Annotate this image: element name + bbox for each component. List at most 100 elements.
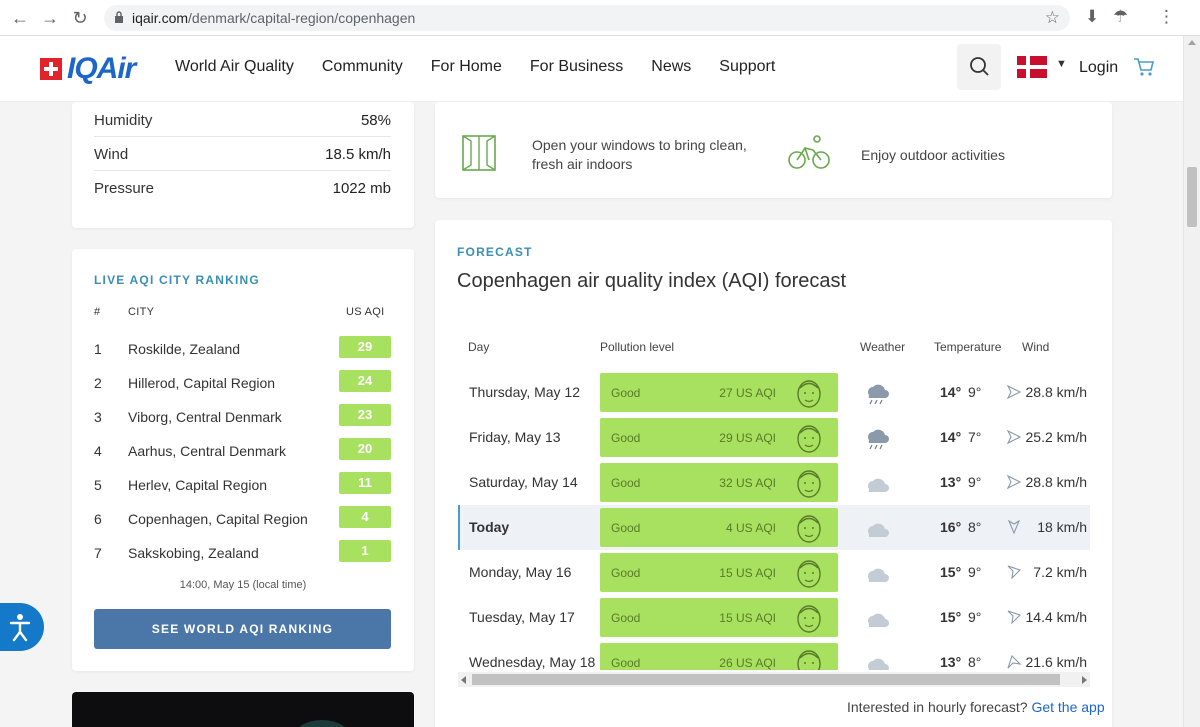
page-scrollbar[interactable] xyxy=(1183,36,1200,727)
forecast-row-today[interactable]: Today Good 4 US AQI 16° 8° 18 km/h xyxy=(458,505,1090,550)
menu-for-business[interactable]: For Business xyxy=(530,58,623,76)
menu-support[interactable]: Support xyxy=(719,58,775,76)
rank-city[interactable]: Viborg, Central Denmark xyxy=(128,409,282,425)
login-link[interactable]: Login xyxy=(1079,59,1118,77)
temp-low: 8° xyxy=(968,519,982,535)
see-world-ranking-button[interactable]: SEE WORLD AQI RANKING xyxy=(94,609,391,649)
temp-high: 15° xyxy=(940,564,962,580)
bookmark-star-icon[interactable]: ☆ xyxy=(1045,8,1060,28)
logo-text: IQAir xyxy=(67,52,136,85)
city-column-header: CITY xyxy=(128,306,155,318)
forecast-horizontal-scrollbar[interactable] xyxy=(458,672,1090,687)
browser-toolbar: ← → ↻ iqair.com/denmark/capital-region/c… xyxy=(0,0,1200,36)
forecast-aqi: 29 US AQI xyxy=(719,431,776,445)
cloud-icon xyxy=(868,568,889,582)
open-windows-line2: fresh air indoors xyxy=(532,156,633,172)
rank-city[interactable]: Aarhus, Central Denmark xyxy=(128,443,286,459)
temp-high: 14° xyxy=(940,384,962,400)
accessibility-button[interactable] xyxy=(0,603,44,651)
denmark-flag-icon[interactable] xyxy=(1017,56,1047,78)
smiley-face-icon xyxy=(797,515,821,543)
scroll-up-icon[interactable] xyxy=(1188,40,1196,45)
temp-high: 14° xyxy=(940,429,962,445)
site-header: IQAir World Air Quality Community For Ho… xyxy=(0,36,1200,102)
globe-promo-card[interactable] xyxy=(72,692,414,727)
ranking-row[interactable]: 6 Copenhagen, Capital Region 4 xyxy=(94,502,391,536)
forecast-day: Saturday, May 14 xyxy=(469,474,578,490)
forecast-day: Friday, May 13 xyxy=(469,429,561,445)
open-windows-line1: Open your windows to bring clean, xyxy=(532,137,747,153)
download-icon[interactable]: ⬇ xyxy=(1085,7,1099,27)
rank-column-header: # xyxy=(94,306,101,318)
rain-cloud-icon xyxy=(868,429,889,450)
forecast-row[interactable]: Friday, May 13 Good 29 US AQI 14° 7° 25.… xyxy=(458,415,1090,460)
ranking-row[interactable]: 4 Aarhus, Central Denmark 20 xyxy=(94,434,391,468)
get-the-app-link[interactable]: Get the app xyxy=(1031,699,1104,715)
rank-city[interactable]: Sakskobing, Zealand xyxy=(128,545,259,561)
forecast-day: Today xyxy=(469,519,510,535)
pressure-row: Pressure 1022 mb xyxy=(94,171,391,205)
ranking-row[interactable]: 3 Viborg, Central Denmark 23 xyxy=(94,400,391,434)
forward-arrow-icon[interactable]: → xyxy=(40,8,60,28)
rank-city[interactable]: Herlev, Capital Region xyxy=(128,477,267,493)
humidity-label: Humidity xyxy=(94,112,153,129)
back-arrow-icon[interactable]: ← xyxy=(10,8,30,28)
url-text: iqair.com/denmark/capital-region/copenha… xyxy=(132,10,415,26)
ranking-row[interactable]: 5 Herlev, Capital Region 11 xyxy=(94,468,391,502)
cart-icon[interactable] xyxy=(1133,56,1155,78)
browser-menu-icon[interactable]: ⋮ xyxy=(1158,7,1175,27)
temp-low: 9° xyxy=(968,609,982,625)
ranking-row[interactable]: 2 Hillerod, Capital Region 24 xyxy=(94,366,391,400)
pollution-level: Good xyxy=(611,611,641,625)
rank-number: 4 xyxy=(94,443,102,459)
forecast-row[interactable]: Thursday, May 12 Good 27 US AQI 14° 9° 2… xyxy=(458,370,1090,415)
hourly-prompt-text: Interested in hourly forecast? xyxy=(847,699,1028,715)
forecast-row[interactable]: Monday, May 16 Good 15 US AQI 15° 9° 7.2… xyxy=(458,550,1090,595)
rank-aqi-badge: 20 xyxy=(339,438,391,460)
url-host: iqair.com xyxy=(132,10,189,26)
rank-city[interactable]: Copenhagen, Capital Region xyxy=(128,511,308,527)
cloud-icon xyxy=(868,523,889,537)
smiley-face-icon xyxy=(797,425,821,453)
search-button[interactable] xyxy=(957,44,1001,90)
forecast-aqi: 15 US AQI xyxy=(719,566,776,580)
city-ranking-card: LIVE AQI CITY RANKING # CITY US AQI 1 Ro… xyxy=(72,249,414,671)
scrollbar-thumb[interactable] xyxy=(472,674,1060,685)
wind-direction-icon xyxy=(1006,474,1022,490)
forecast-row[interactable]: Tuesday, May 17 Good 15 US AQI 15° 9° 14… xyxy=(458,595,1090,640)
menu-for-home[interactable]: For Home xyxy=(431,58,502,76)
scroll-left-icon[interactable] xyxy=(461,676,466,684)
pollution-level: Good xyxy=(611,386,641,400)
ranking-row[interactable]: 1 Roskilde, Zealand 29 xyxy=(94,332,391,366)
forecast-title: Copenhagen air quality index (AQI) forec… xyxy=(457,270,847,292)
health-recommendations-card: Open your windows to bring clean, fresh … xyxy=(435,102,1112,198)
menu-news[interactable]: News xyxy=(651,58,691,76)
pollution-level: Good xyxy=(611,476,641,490)
smiley-face-icon xyxy=(797,380,821,408)
humidity-row: Humidity 58% xyxy=(94,103,391,137)
temperature-column-header: Temperature xyxy=(934,340,1002,354)
forecast-table[interactable]: Thursday, May 12 Good 27 US AQI 14° 9° 2… xyxy=(458,370,1090,670)
reload-icon[interactable]: ↻ xyxy=(70,8,90,28)
scroll-right-icon[interactable] xyxy=(1082,676,1087,684)
menu-world-air-quality[interactable]: World Air Quality xyxy=(175,58,294,76)
wind-speed: 25.2 km/h xyxy=(1025,429,1087,445)
ranking-row[interactable]: 7 Sakskobing, Zealand 1 xyxy=(94,536,391,570)
menu-community[interactable]: Community xyxy=(322,58,403,76)
open-windows-text: Open your windows to bring clean, fresh … xyxy=(532,136,747,174)
globe-image xyxy=(292,720,352,727)
address-bar[interactable]: iqair.com/denmark/capital-region/copenha… xyxy=(104,5,1070,31)
forecast-day: Wednesday, May 18 xyxy=(469,654,596,670)
wind-direction-icon xyxy=(1007,610,1022,625)
outdoor-activities-text: Enjoy outdoor activities xyxy=(861,147,1005,163)
forecast-row[interactable]: Wednesday, May 18 Good 26 US AQI 13° 8° … xyxy=(458,640,1090,670)
extension-icon[interactable]: ☂ xyxy=(1113,7,1128,27)
pollution-pill: Good 15 US AQI xyxy=(600,553,838,592)
url-path: /denmark/capital-region/copenhagen xyxy=(188,10,416,26)
chevron-down-icon[interactable]: ▼ xyxy=(1056,58,1067,70)
wind-speed: 28.8 km/h xyxy=(1025,474,1087,490)
forecast-row[interactable]: Saturday, May 14 Good 32 US AQI 13° 9° 2… xyxy=(458,460,1090,505)
rank-city[interactable]: Hillerod, Capital Region xyxy=(128,375,275,391)
page-scrollbar-thumb[interactable] xyxy=(1187,167,1197,227)
rank-city[interactable]: Roskilde, Zealand xyxy=(128,341,240,357)
